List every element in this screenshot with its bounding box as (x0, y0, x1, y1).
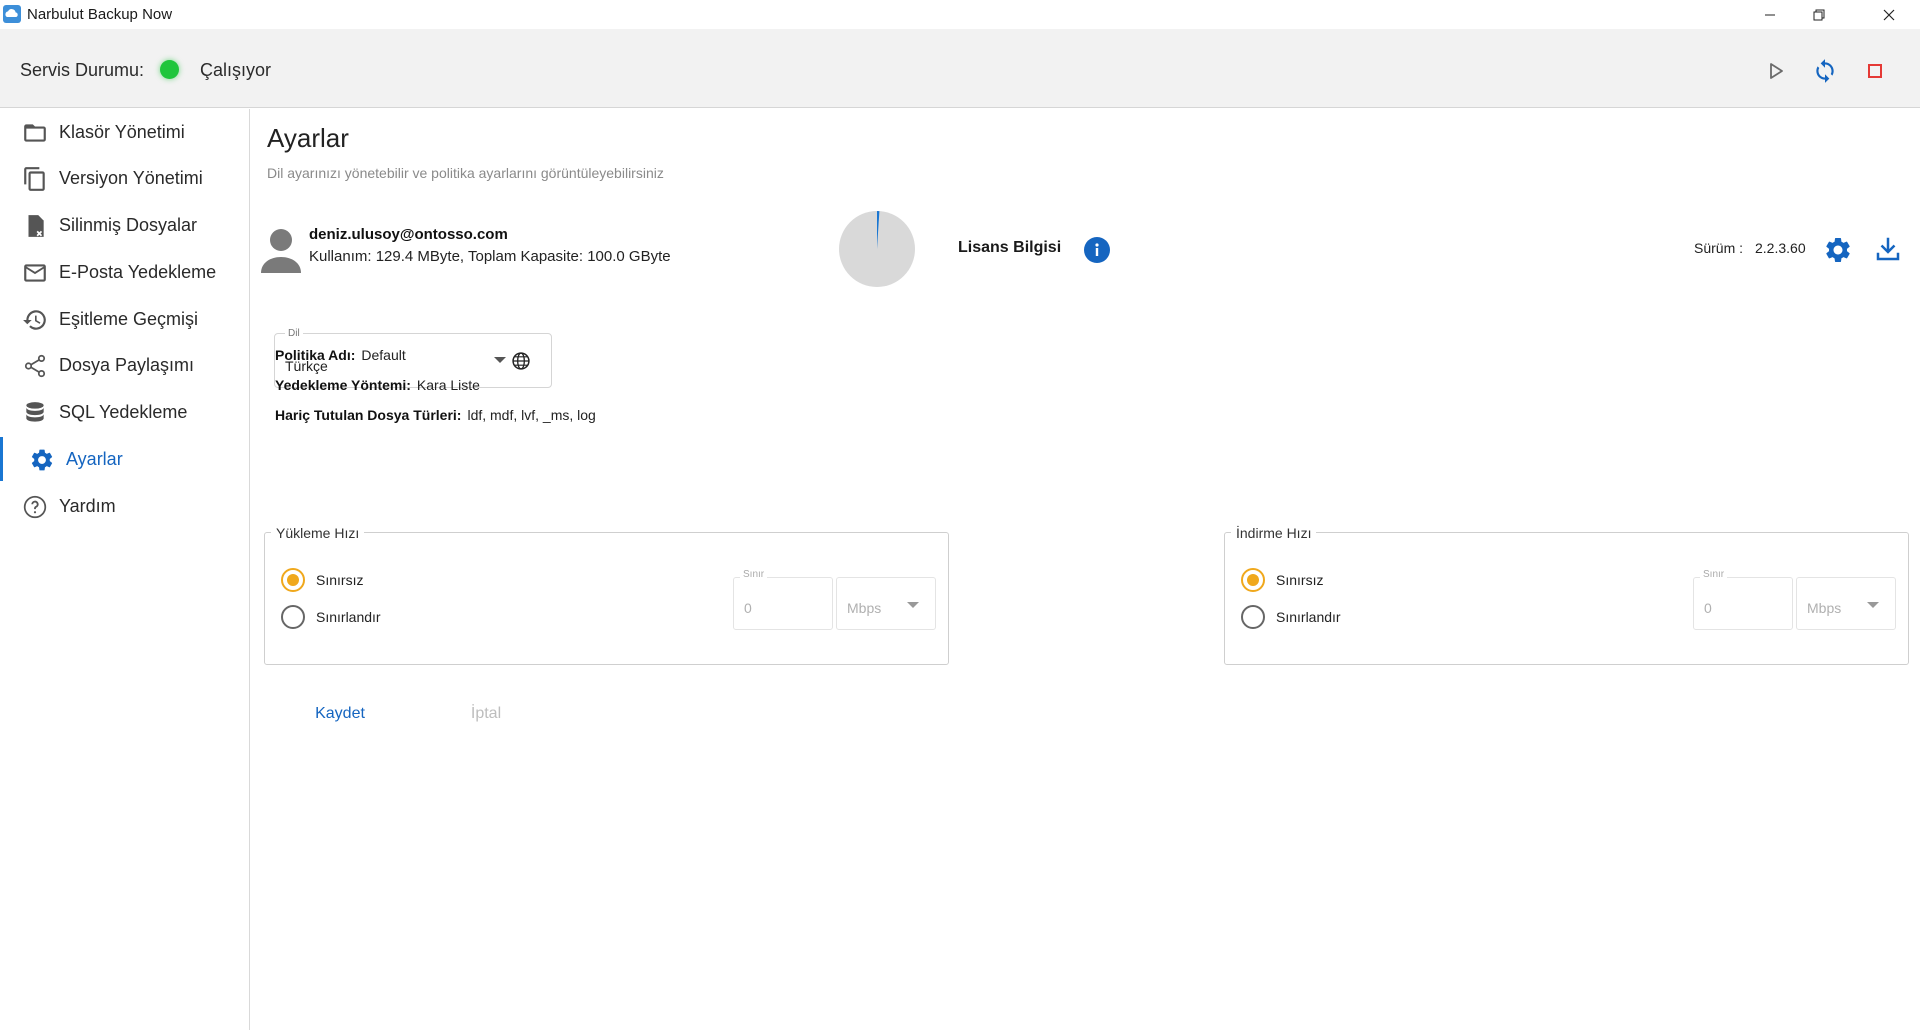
info-icon[interactable] (1084, 237, 1110, 263)
policy-name-value: Default (361, 347, 406, 363)
play-icon[interactable] (1761, 56, 1791, 86)
download-limit-value: 0 (1704, 600, 1712, 616)
upload-limit-label: Sınır (740, 569, 768, 580)
storage-usage: Kullanım: 129.4 MByte, Toplam Kapasite: … (309, 248, 671, 265)
radio-label: Sınırsız (316, 572, 364, 588)
service-status-bar: Servis Durumu: Çalışıyor (0, 29, 1920, 108)
license-info-label: Lisans Bilgisi (958, 239, 1062, 256)
upload-limit-input[interactable]: 0 (733, 577, 833, 630)
restore-icon[interactable] (1794, 0, 1843, 29)
version-label: Sürüm : (1694, 240, 1744, 256)
deleted-file-icon (22, 213, 48, 239)
policy-name-label: Politika Adı: (275, 347, 356, 363)
settings-panel: Ayarlar Dil ayarınızı yönetebilir ve pol… (251, 109, 1920, 1030)
language-field-label: Dil (285, 328, 303, 339)
sidebar-item-deleted-files[interactable]: Silinmiş Dosyalar (0, 203, 249, 247)
upload-unit-value: Mbps (847, 600, 882, 616)
download-unlimited-radio[interactable]: Sınırsız (1241, 567, 1323, 593)
chevron-down-icon (1867, 602, 1879, 608)
sidebar: Klasör Yönetimi Versiyon Yönetimi Silinm… (0, 109, 250, 1030)
status-indicator (160, 60, 179, 79)
download-speed-group: Sınırsız Sınırlandır 0 Sınır Mbps (1224, 532, 1909, 665)
sidebar-item-version-management[interactable]: Versiyon Yönetimi (0, 156, 249, 200)
sidebar-item-label: Eşitleme Geçmişi (59, 309, 199, 329)
folder-icon (22, 120, 48, 146)
backup-method-value: Kara Liste (416, 377, 480, 393)
service-status-value: Çalışıyor (200, 60, 272, 80)
download-limited-radio[interactable]: Sınırlandır (1241, 604, 1341, 630)
download-speed-label: İndirme Hızı (1231, 525, 1317, 541)
share-icon (22, 353, 48, 379)
sidebar-item-email-backup[interactable]: E-Posta Yedekleme (0, 250, 249, 294)
policy-name-row: Politika Adı: Default (275, 347, 406, 363)
version-value: 2.2.3.60 (1755, 240, 1806, 256)
sidebar-item-label: Silinmiş Dosyalar (59, 215, 198, 235)
sidebar-item-label: Ayarlar (66, 449, 123, 469)
backup-method-row: Yedekleme Yöntemi: Kara Liste (275, 377, 480, 393)
user-email: deniz.ulusoy@ontosso.com (309, 226, 508, 243)
history-icon (22, 307, 48, 333)
excluded-types-row: Hariç Tutulan Dosya Türleri: ldf, mdf, lv… (275, 407, 596, 423)
mail-icon (22, 260, 48, 286)
upload-unlimited-radio[interactable]: Sınırsız (281, 567, 363, 593)
sidebar-item-label: Klasör Yönetimi (59, 122, 185, 142)
sidebar-item-settings[interactable]: Ayarlar (0, 437, 249, 481)
chevron-down-icon (907, 602, 919, 608)
user-avatar-icon (259, 227, 303, 275)
sidebar-item-label: Versiyon Yönetimi (59, 168, 203, 188)
page-title: Ayarlar (267, 123, 349, 153)
sidebar-item-help[interactable]: Yardım (0, 484, 249, 528)
backup-method-label: Yedekleme Yöntemi: (275, 377, 411, 393)
gear-icon (29, 447, 55, 473)
radio-label: Sınırlandır (1276, 609, 1341, 625)
sidebar-item-sync-history[interactable]: Eşitleme Geçmişi (0, 297, 249, 341)
database-icon (22, 400, 48, 426)
upload-speed-group: Sınırsız Sınırlandır 0 Sınır Mbps (264, 532, 949, 665)
upload-speed-label: Yükleme Hızı (271, 525, 365, 541)
radio-unselected-icon (1241, 605, 1265, 629)
excluded-types-value: ldf, mdf, lvf, _ms, log (467, 407, 596, 423)
sidebar-item-sql-backup[interactable]: SQL Yedekleme (0, 390, 249, 434)
excluded-types-label: Hariç Tutulan Dosya Türleri: (275, 407, 462, 423)
cancel-button: İptal (441, 699, 531, 729)
upload-limited-radio[interactable]: Sınırlandır (281, 604, 381, 630)
help-icon (22, 494, 48, 520)
chevron-down-icon (494, 357, 506, 363)
service-status-label: Servis Durumu: (20, 60, 145, 80)
sidebar-item-label: E-Posta Yedekleme (59, 262, 217, 282)
sync-icon[interactable] (1810, 56, 1840, 86)
radio-selected-icon (1241, 568, 1265, 592)
minimize-icon[interactable] (1745, 0, 1794, 29)
download-unit-select[interactable]: Mbps (1796, 577, 1896, 630)
radio-unselected-icon (281, 605, 305, 629)
page-subtitle: Dil ayarınızı yönetebilir ve politika ay… (267, 165, 664, 181)
sidebar-item-folder-management[interactable]: Klasör Yönetimi (0, 110, 249, 154)
sidebar-item-label: Dosya Paylaşımı (59, 355, 195, 375)
settings-gear-icon[interactable] (1823, 235, 1853, 265)
radio-selected-icon (281, 568, 305, 592)
sidebar-item-file-sharing[interactable]: Dosya Paylaşımı (0, 343, 249, 387)
upload-limit-value: 0 (744, 600, 752, 616)
download-limit-label: Sınır (1700, 569, 1728, 580)
save-button[interactable]: Kaydet (295, 699, 385, 729)
download-unit-value: Mbps (1807, 600, 1842, 616)
title-bar: Narbulut Backup Now (0, 0, 1920, 29)
window-title: Narbulut Backup Now (27, 6, 173, 23)
storage-usage-chart (838, 210, 916, 288)
sidebar-item-label: SQL Yedekleme (59, 402, 188, 422)
close-icon[interactable] (1864, 0, 1913, 29)
copy-icon (22, 166, 48, 192)
stop-icon[interactable] (1860, 56, 1890, 86)
download-limit-input[interactable]: 0 (1693, 577, 1793, 630)
radio-label: Sınırsız (1276, 572, 1324, 588)
sidebar-item-label: Yardım (59, 496, 116, 516)
app-logo-icon (3, 5, 21, 23)
globe-icon (511, 351, 531, 371)
upload-unit-select[interactable]: Mbps (836, 577, 936, 630)
download-icon[interactable] (1873, 234, 1903, 264)
radio-label: Sınırlandır (316, 609, 381, 625)
